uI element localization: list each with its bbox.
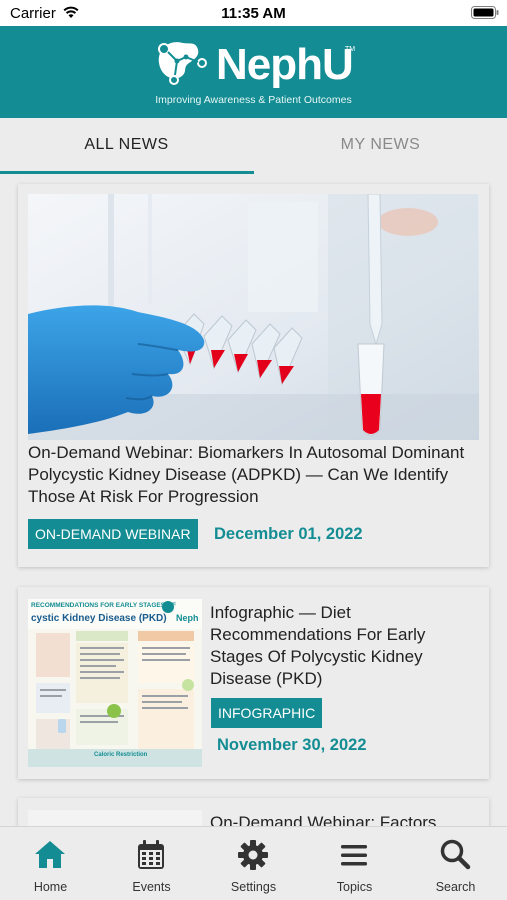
thumbnail-brand: Neph [176, 613, 199, 623]
news-tabs: ALL NEWS MY NEWS [0, 118, 507, 174]
nav-events-label: Events [132, 880, 171, 894]
news-date: November 30, 2022 [217, 736, 367, 754]
nav-home[interactable]: Home [0, 827, 101, 900]
nav-events[interactable]: Events [101, 827, 202, 900]
bottom-tab-bar: Home Events Settings Topics Search [0, 826, 507, 900]
home-icon [35, 841, 65, 868]
news-feed[interactable]: On-Demand Webinar: Biomarkers In Autosom… [0, 174, 507, 826]
app-header: NephU TM Improving Awareness & Patient O… [0, 26, 507, 118]
menu-icon [341, 845, 367, 866]
news-title[interactable]: On-Demand Webinar: Biomarkers In Autosom… [28, 442, 483, 508]
nav-search-label: Search [435, 880, 476, 894]
infographic-thumbnail: RECOMMENDATIONS FOR EARLY STAGES OF cyst… [28, 599, 202, 767]
news-card[interactable]: RECOMMENDATIONS FOR EARLY STAGES OF cyst… [18, 587, 489, 779]
nav-settings-label: Settings [230, 880, 277, 894]
battery-icon [471, 6, 499, 19]
news-thumbnail [28, 810, 202, 826]
tagline: Improving Awareness & Patient Outcomes [155, 94, 352, 106]
gear-icon [238, 840, 268, 870]
nav-search[interactable]: Search [405, 827, 506, 900]
thumbnail-footer: Caloric Restriction [94, 752, 148, 758]
calendar-icon [138, 840, 164, 869]
kidney-logo-icon [158, 42, 207, 85]
category-badge: ON-DEMAND WEBINAR [28, 519, 198, 549]
brand-name: NephU [216, 40, 354, 89]
tab-my-news[interactable]: MY NEWS [254, 118, 507, 174]
nav-home-label: Home [33, 880, 68, 894]
nav-topics[interactable]: Topics [304, 827, 405, 900]
news-title[interactable]: On-Demand Webinar: Factors [210, 812, 480, 826]
trademark: TM [345, 46, 356, 53]
tab-all-news[interactable]: ALL NEWS [0, 118, 253, 174]
news-title[interactable]: Infographic — Diet Recommendations For E… [210, 602, 480, 690]
nav-settings[interactable]: Settings [203, 827, 304, 900]
clock: 11:35 AM [221, 5, 286, 22]
nav-topics-label: Topics [336, 880, 373, 894]
lab-test-tubes-image [28, 194, 479, 440]
status-bar: Carrier 11:35 AM [0, 0, 507, 26]
news-card[interactable]: On-Demand Webinar: Factors [18, 798, 489, 826]
news-card[interactable]: On-Demand Webinar: Biomarkers In Autosom… [18, 184, 489, 567]
search-icon [440, 839, 471, 870]
thumbnail-heading-line2: cystic Kidney Disease (PKD) [31, 613, 167, 624]
category-badge: INFOGRAPHIC [211, 698, 323, 728]
news-date: December 01, 2022 [214, 525, 363, 543]
thumbnail-heading-line1: RECOMMENDATIONS FOR EARLY STAGES OF [31, 602, 176, 609]
